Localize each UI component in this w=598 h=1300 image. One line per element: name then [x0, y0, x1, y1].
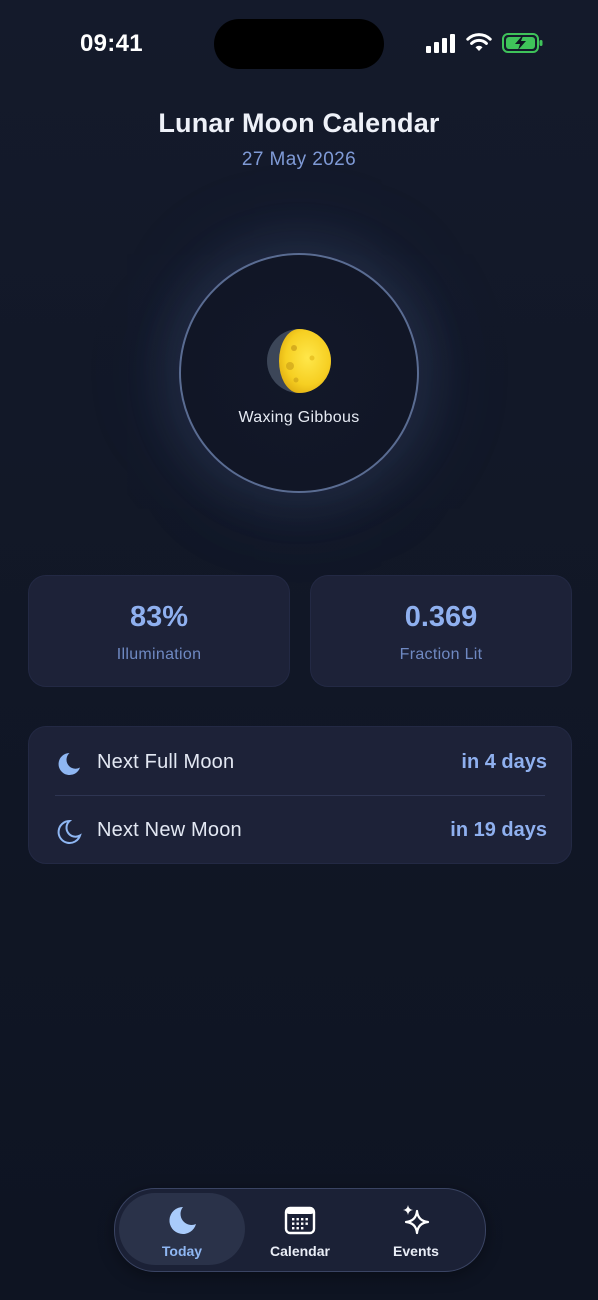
moon-icon [166, 1204, 198, 1236]
next-moon-events-card: Next Full Moon in 4 days Next New Moon i… [28, 726, 572, 864]
status-time: 09:41 [80, 30, 143, 57]
tab-calendar-label: Calendar [270, 1243, 330, 1259]
full-moon-crescent-icon [55, 750, 83, 778]
moon-phase-circle: Waxing Gibbous [179, 253, 419, 493]
calendar-icon [284, 1204, 316, 1236]
header: Lunar Moon Calendar 27 May 2026 [0, 108, 598, 171]
dynamic-island [214, 19, 384, 69]
tab-calendar[interactable]: Calendar [237, 1193, 363, 1265]
wifi-icon [466, 33, 492, 53]
signal-icon [426, 33, 456, 53]
illumination-label: Illumination [116, 646, 202, 663]
next-full-moon-label: Next Full Moon [97, 751, 235, 773]
waxing-gibbous-moon-icon [266, 328, 332, 394]
tab-events[interactable]: Events [353, 1193, 479, 1265]
current-date: 27 May 2026 [241, 149, 357, 170]
battery-charging-icon [502, 32, 544, 54]
illumination-card: 83% Illumination [28, 575, 290, 687]
next-new-moon-value: in 19 days [450, 819, 547, 841]
status-bar: 09:41 [0, 0, 598, 88]
fraction-lit-value: 0.369 [404, 601, 478, 633]
status-icons [426, 32, 544, 54]
page-title: Lunar Moon Calendar [158, 108, 440, 138]
next-full-moon-value: in 4 days [461, 751, 547, 773]
moon-phase-name: Waxing Gibbous [238, 409, 360, 426]
next-new-moon-label: Next New Moon [97, 819, 242, 841]
fraction-lit-label: Fraction Lit [399, 646, 483, 663]
fraction-lit-card: 0.369 Fraction Lit [310, 575, 572, 687]
illumination-value: 83% [129, 601, 189, 633]
new-moon-crescent-icon [55, 818, 83, 846]
tab-today-label: Today [161, 1243, 203, 1259]
next-new-moon-row[interactable]: Next New Moon in 19 days [29, 795, 571, 863]
tab-today[interactable]: Today [119, 1193, 245, 1265]
next-full-moon-row[interactable]: Next Full Moon in 4 days [29, 727, 571, 795]
tab-events-label: Events [393, 1243, 439, 1259]
sparkles-icon [400, 1204, 432, 1236]
tab-bar: Today Calendar Events [114, 1188, 486, 1272]
